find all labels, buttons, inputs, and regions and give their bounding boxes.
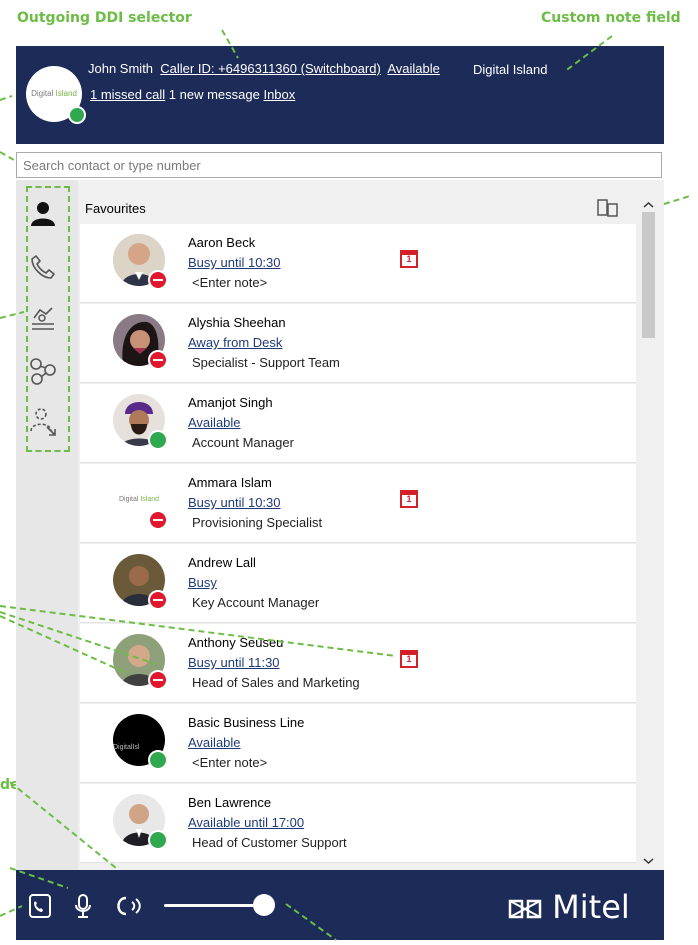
contact-name: Alyshia Sheehan bbox=[188, 315, 286, 330]
contact-note[interactable]: <Enter note> bbox=[192, 275, 267, 290]
contact-status-link[interactable]: Available bbox=[188, 415, 241, 430]
calendar-icon[interactable]: 1 bbox=[400, 490, 418, 508]
devices-icon[interactable] bbox=[597, 198, 619, 223]
contact-name: Ben Lawrence bbox=[188, 795, 272, 810]
contact-row[interactable]: Amanjot Singh Available Account Manager bbox=[80, 384, 636, 463]
contact-status-link[interactable]: Busy until 10:30 bbox=[188, 255, 281, 270]
custom-note-field[interactable]: Digital Island bbox=[473, 62, 547, 77]
available-status-icon bbox=[148, 750, 168, 770]
contact-status-link[interactable]: Available bbox=[188, 735, 241, 750]
contact-note[interactable]: Key Account Manager bbox=[192, 595, 319, 610]
contact-note[interactable]: Head of Customer Support bbox=[192, 835, 347, 850]
contact-row[interactable]: Aaron Beck Busy until 10:30 <Enter note>… bbox=[80, 224, 636, 303]
user-info-row: John Smith Caller ID: +6496311360 (Switc… bbox=[88, 61, 440, 76]
contact-row[interactable]: Digital Island Ammara Islam Busy until 1… bbox=[80, 464, 636, 543]
favourites-title: Favourites bbox=[85, 201, 146, 216]
contact-status-link[interactable]: Busy until 10:30 bbox=[188, 495, 281, 510]
contact-status-link[interactable]: Busy bbox=[188, 575, 217, 590]
volume-slider-track[interactable] bbox=[164, 904, 264, 907]
mitel-logo: Mitel bbox=[508, 888, 630, 926]
contacts-panel: Favourites Aaron Beck Busy until 10:30 <… bbox=[78, 180, 664, 870]
contact-name: Anthony Seuseu bbox=[188, 635, 284, 650]
scrollbar-thumb[interactable] bbox=[642, 212, 655, 338]
contact-row[interactable]: Ben Lawrence Available until 17:00 Head … bbox=[80, 784, 636, 863]
contact-row[interactable]: DigitalIsl Basic Business Line Available… bbox=[80, 704, 636, 783]
calendar-icon[interactable]: 1 bbox=[400, 650, 418, 668]
outgoing-ddi-callout: Outgoing DDI selector bbox=[17, 10, 192, 26]
notifications-row: 1 missed call 1 new message Inbox bbox=[90, 87, 295, 102]
contact-note[interactable]: Head of Sales and Marketing bbox=[192, 675, 360, 690]
available-status-icon bbox=[148, 830, 168, 850]
contact-row[interactable]: Alyshia Sheehan Away from Desk Specialis… bbox=[80, 304, 636, 383]
contact-status-link[interactable]: Busy until 11:30 bbox=[188, 655, 280, 670]
user-avatar-logo: Digital Island bbox=[31, 89, 77, 98]
contact-note[interactable]: <Enter note> bbox=[192, 755, 267, 770]
new-messages-text: 1 new message bbox=[168, 87, 260, 102]
contact-note[interactable]: Provisioning Specialist bbox=[192, 515, 322, 530]
contact-status-link[interactable]: Available until 17:00 bbox=[188, 815, 304, 830]
contact-row[interactable]: Anthony Seuseu Busy until 11:30 Head of … bbox=[80, 624, 636, 703]
missed-calls-link[interactable]: 1 missed call bbox=[90, 87, 165, 102]
user-presence-dot bbox=[68, 106, 86, 124]
user-avatar[interactable]: Digital Island bbox=[26, 66, 86, 124]
scroll-down-icon[interactable] bbox=[643, 852, 654, 870]
availability-link[interactable]: Available bbox=[387, 61, 440, 76]
available-status-icon bbox=[148, 430, 168, 450]
mitel-brand-text: Mitel bbox=[552, 888, 630, 926]
search-input[interactable] bbox=[16, 152, 662, 178]
user-name: John Smith bbox=[88, 61, 154, 76]
contact-note[interactable]: Account Manager bbox=[192, 435, 294, 450]
calendar-icon[interactable]: 1 bbox=[400, 250, 418, 268]
contact-name: Ammara Islam bbox=[188, 475, 272, 490]
user-header: Digital Island John Smith Caller ID: +64… bbox=[16, 46, 664, 144]
desk-phone-icon[interactable] bbox=[26, 893, 54, 919]
scrollbar[interactable] bbox=[640, 194, 657, 866]
footer-bar: Mitel bbox=[16, 870, 664, 940]
contact-row[interactable]: Andrew Lall Busy Key Account Manager bbox=[80, 544, 636, 623]
company-logo: Digital Island bbox=[118, 496, 160, 503]
volume-slider-knob[interactable] bbox=[253, 894, 275, 916]
contact-name: Aaron Beck bbox=[188, 235, 256, 250]
busy-status-icon bbox=[148, 510, 168, 530]
microphone-icon[interactable] bbox=[72, 893, 94, 919]
busy-status-icon bbox=[148, 270, 168, 290]
contact-name: Basic Business Line bbox=[188, 715, 305, 730]
contact-name: Andrew Lall bbox=[188, 555, 256, 570]
busy-status-icon bbox=[148, 590, 168, 610]
inbox-link[interactable]: Inbox bbox=[263, 87, 295, 102]
contact-status-link[interactable]: Away from Desk bbox=[188, 335, 282, 350]
mitel-logo-icon bbox=[508, 899, 542, 919]
busy-status-icon bbox=[148, 350, 168, 370]
speaker-volume-icon[interactable] bbox=[110, 893, 150, 919]
contact-note[interactable]: Specialist - Support Team bbox=[192, 355, 340, 370]
busy-status-icon bbox=[148, 670, 168, 690]
contact-name: Amanjot Singh bbox=[188, 395, 273, 410]
sidebar-callout-box bbox=[26, 186, 70, 452]
custom-note-callout: Custom note field bbox=[541, 10, 681, 26]
caller-id-selector[interactable]: Caller ID: +6496311360 (Switchboard) bbox=[160, 61, 381, 76]
favourites-header: Favourites bbox=[78, 180, 638, 224]
